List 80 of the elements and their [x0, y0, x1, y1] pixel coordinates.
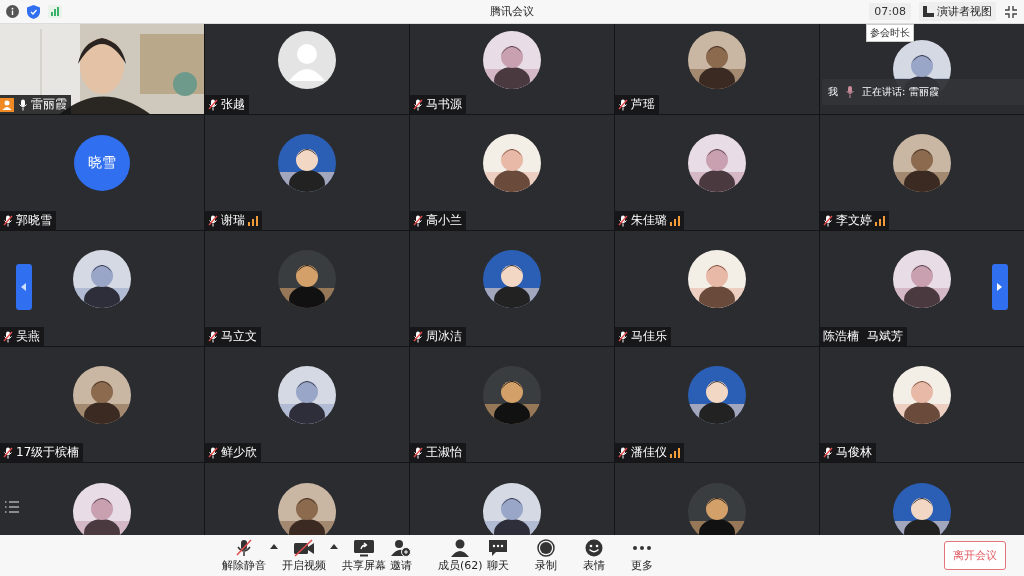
toolbar-button[interactable]: 解除静音 [222, 538, 278, 573]
participant-name: 朱佳璐 [631, 212, 667, 229]
layout-icon [923, 6, 934, 17]
meeting-timer[interactable]: 07:08 [869, 3, 911, 20]
participant-name: 高小兰 [426, 212, 462, 229]
toolbar-button[interactable]: 更多 [630, 538, 675, 573]
leave-meeting-button[interactable]: 离开会议 [944, 541, 1006, 570]
toolbar-button[interactable]: 邀请 [390, 538, 434, 573]
video-off-icon [293, 538, 315, 557]
mic-icon [846, 86, 854, 98]
speaker-view-button[interactable]: 演讲者视图 [919, 2, 996, 21]
participant-name: 王淑怡 [426, 444, 462, 461]
caret-icon [270, 542, 278, 549]
default-avatar-icon [278, 30, 336, 89]
participant-name: 雷丽霞 [31, 96, 67, 113]
participant-name: 谢瑞 [221, 212, 245, 229]
muted-mic-icon [618, 330, 628, 343]
signal-icon[interactable] [48, 5, 62, 18]
participant-name: 马俊林 [836, 444, 872, 461]
share-screen-icon [353, 538, 375, 557]
record-icon [534, 538, 557, 557]
window-title: 腾讯会议 [490, 4, 534, 19]
toolbar-button[interactable]: 开启视频 [282, 538, 338, 573]
participant-name: 马书源 [426, 96, 462, 113]
participant-name: 芦瑶 [631, 96, 655, 113]
muted-mic-icon [233, 538, 255, 557]
muted-mic-icon [823, 214, 833, 227]
add-person-icon [390, 538, 412, 557]
speaking-text: 正在讲话: 雷丽霞 [862, 85, 939, 99]
person-icon [449, 538, 472, 557]
toolbar-button[interactable]: 共享屏幕 [342, 538, 386, 573]
list-icon[interactable] [5, 501, 19, 513]
muted-mic-icon [3, 214, 13, 227]
participant-name: 马立文 [221, 328, 257, 345]
tooltip: 参会时长 [866, 24, 914, 42]
muted-mic-icon [208, 214, 218, 227]
participant-name: 陈浩楠 马斌芳 [823, 328, 903, 345]
muted-mic-icon [823, 446, 833, 459]
muted-mic-icon [208, 98, 218, 111]
participant-name: 周冰洁 [426, 328, 462, 345]
muted-mic-icon [618, 214, 628, 227]
muted-mic-icon [413, 446, 423, 459]
participant-name: 吴燕 [16, 328, 40, 345]
previous-page-button[interactable] [16, 264, 32, 310]
me-label: 我 [828, 85, 838, 99]
signal-icon [670, 447, 680, 458]
muted-mic-icon [3, 330, 13, 343]
muted-mic-icon [618, 98, 628, 111]
caret-icon [330, 542, 338, 549]
participant-name: 郭晓雪 [16, 212, 52, 229]
toolbar-button[interactable]: 录制 [534, 538, 579, 573]
info-icon[interactable] [6, 5, 19, 18]
participant-name: 鲜少欣 [221, 444, 257, 461]
muted-mic-icon [208, 330, 218, 343]
shield-icon[interactable] [27, 4, 40, 19]
toolbar-button[interactable]: 聊天 [486, 538, 531, 573]
signal-icon [670, 215, 680, 226]
mic-icon [18, 98, 28, 111]
signal-icon [875, 215, 885, 226]
initials-avatar: 晓雪 [74, 135, 130, 191]
more-icon [632, 545, 651, 550]
muted-mic-icon [618, 446, 628, 459]
muted-mic-icon [208, 446, 218, 459]
next-page-button[interactable] [992, 264, 1008, 310]
toolbar-button[interactable]: 成员(62) [438, 538, 483, 573]
participant-name: 李文婷 [836, 212, 872, 229]
participant-name: 潘佳仪 [631, 444, 667, 461]
participant-name: 17级于槟楠 [16, 444, 80, 461]
participant-name: 张越 [221, 96, 245, 113]
exit-fullscreen-icon[interactable] [1004, 4, 1018, 19]
muted-mic-icon [413, 214, 423, 227]
chat-icon [486, 538, 509, 557]
muted-mic-icon [413, 98, 423, 111]
signal-icon [248, 215, 258, 226]
toolbar-button[interactable]: 表情 [582, 538, 627, 573]
muted-mic-icon [413, 330, 423, 343]
left-arrow-icon [21, 283, 27, 291]
muted-mic-icon [3, 446, 13, 459]
participant-name: 马佳乐 [631, 328, 667, 345]
right-arrow-icon [997, 283, 1003, 291]
